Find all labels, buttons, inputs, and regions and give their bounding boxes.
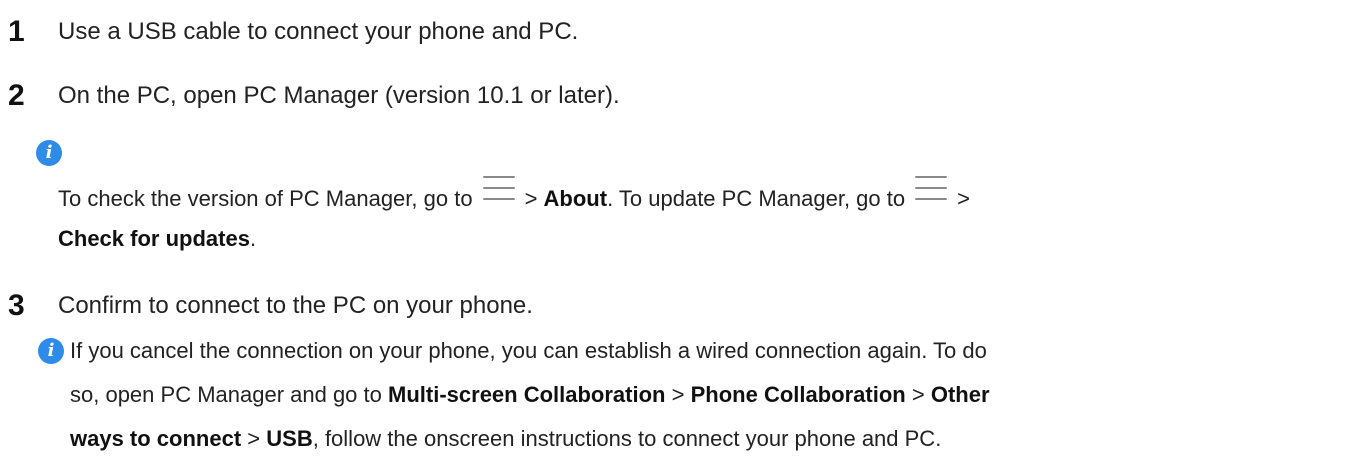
menu-icon [482,176,515,202]
note-text-line1: If you cancel the connection on your pho… [70,338,987,363]
step-number: 1 [8,15,25,48]
check-for-updates-label: Check for updates [58,226,250,251]
step-number: 2 [8,79,25,112]
about-label: About [543,186,608,211]
info-icon: i [36,140,62,166]
step-text: Use a USB cable to connect your phone an… [58,18,579,45]
note-text-line2: Check for updates. [58,226,257,251]
step-text: Confirm to connect to the PC on your pho… [58,292,533,319]
note-text-line2: so, open PC Manager and go to Multi-scre… [70,382,990,407]
note-text-line3: ways to connect > USB, follow the onscre… [70,426,942,451]
menu-icon [915,176,948,202]
step-text: On the PC, open PC Manager (version 10.1… [58,82,620,109]
info-icon: i [38,338,64,364]
step-number: 3 [8,289,25,322]
note-text: To check the version of PC Manager, go t… [58,176,970,220]
